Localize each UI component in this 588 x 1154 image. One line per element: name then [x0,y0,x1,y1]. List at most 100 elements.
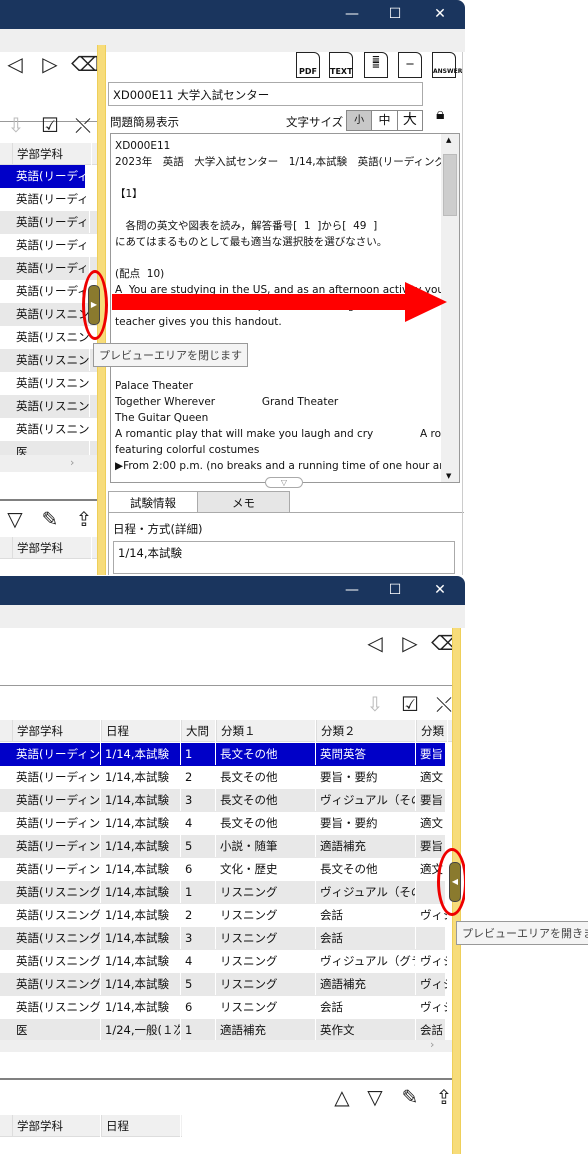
cell-schedule: 1/14,本試験 [101,743,181,765]
column-header-question[interactable]: 大問 [181,720,216,742]
list-row[interactable]: 英語(リスニング) [0,418,98,441]
cell-question: 2 [181,904,216,926]
column-header-department[interactable]: 学部学科 [12,720,101,742]
cell-schedule: 1/14,本試験 [101,950,181,972]
list-row[interactable]: 英語(リーディング) [0,211,98,234]
scrollbar-thumb[interactable] [443,154,457,216]
document-icon[interactable]: ≡ ≡ [364,52,388,78]
answer-icon[interactable]: ANSWER [432,52,462,78]
maximize-button[interactable]: ☐ [380,580,410,600]
uncheck-all-icon[interactable]: ⤬ [70,114,96,136]
scroll-right-icon[interactable]: › [430,1038,434,1051]
next-icon[interactable]: ▷ [37,53,63,75]
cell-category-2: 適語補充 [316,835,416,857]
minimize-button[interactable]: — [337,4,367,24]
maximize-button[interactable]: ☐ [380,4,410,24]
prev-icon[interactable]: ◁ [2,53,28,75]
import-icon[interactable]: ⇩ [362,693,388,715]
cell-question: 1 [181,1019,216,1041]
title-field[interactable]: XD000E11 大学入試センター [108,82,423,106]
up-icon[interactable]: △ [329,1086,355,1108]
column-header-department[interactable]: 学部学科 [12,1115,101,1137]
down-icon[interactable]: ▽ [362,1086,388,1108]
font-size-small-button[interactable]: 小 [347,111,372,130]
text-icon[interactable]: TEXT [329,52,353,78]
column-header-schedule[interactable]: 日程 [101,1115,181,1137]
text-line: A romantic play that will make you laugh… [115,428,460,440]
cell-category-2: 会話 [316,996,416,1018]
lower-list-header: 学部学科 [0,537,98,559]
table-row[interactable]: 英語(リスニング)1/14,本試験6リスニング会話ヴィジ [0,996,448,1019]
list-row[interactable]: 英語(リスニング) [0,326,98,349]
check-all-icon[interactable]: ☑ [397,693,423,715]
cell-category-1: リスニング [216,973,316,995]
tab-memo[interactable]: メモ [197,491,290,513]
minus-document-icon[interactable]: — [398,52,422,78]
table-row[interactable]: 英語(リーディング)1/14,本試験1長文その他英問英答要旨 [0,743,448,766]
list-row[interactable]: 英語(リスニング) [0,349,98,372]
pdf-icon[interactable]: PDF [296,52,320,78]
horizontal-scrollbar[interactable]: › [0,455,98,472]
close-button[interactable]: ✕ [425,580,455,600]
table-row[interactable]: 英語(リーディング)1/14,本試験6文化・歴史長文その他適文 [0,858,448,881]
list-row[interactable]: 英語(リーディング) [0,234,98,257]
scroll-right-icon[interactable]: › [70,456,74,469]
check-all-icon[interactable]: ☑ [37,114,63,136]
table-row[interactable]: 英語(リーディング)1/14,本試験4長文その他要旨・要約適文 [0,812,448,835]
list-row[interactable]: 英語(リーディング) [0,188,98,211]
lower-table-header: 学部学科 日程 [0,1115,182,1137]
department-cell: 英語(リーディング) [12,280,90,302]
table-row[interactable]: 医 1/24,一般(１次 1 適語補充 英作文 会話 [0,1019,448,1042]
schedule-label: 日程・方式(詳細) [113,522,203,536]
table-row[interactable]: 英語(リスニング)1/14,本試験4リスニングヴィジュアル（グラフヴィジ [0,950,448,973]
column-header-department[interactable]: 学部学科 [12,143,92,165]
table-row[interactable]: 英語(リスニング)1/14,本試験5リスニング適語補充ヴィジ [0,973,448,996]
eraser-icon[interactable]: ⌫ [71,53,99,75]
table-row[interactable]: 英語(リーディング)1/14,本試験5小説・随筆適語補充要旨 [0,835,448,858]
pane-divider[interactable] [0,499,100,501]
department-cell: 英語(リーディング) [12,211,90,233]
column-header-category-2[interactable]: 分類２ [316,720,416,742]
schedule-field[interactable]: 1/14,本試験 [113,541,455,574]
edit-icon[interactable]: ✎ [37,508,63,530]
list-row[interactable]: 英語(リスニング) [0,372,98,395]
table-row[interactable]: 英語(リスニング) 1/14,本試験 3 リスニング 会話 [0,927,448,950]
scroll-up-icon[interactable]: ▲ [446,136,451,144]
font-size-medium-button[interactable]: 中 [371,111,396,130]
scroll-down-icon[interactable]: ▼ [446,472,451,480]
prev-icon[interactable]: ◁ [362,632,388,654]
text-line: 各問の英文や図表を読み，解答番号[ 1 ]から[ 49 ] [115,220,378,232]
next-icon[interactable]: ▷ [397,632,423,654]
column-header-category-3[interactable]: 分類 [416,720,448,742]
column-header-schedule[interactable]: 日程 [101,720,181,742]
cell-category-1: 長文その他 [216,789,316,811]
table-row[interactable]: 英語(リーディング)1/14,本試験3長文その他ヴィジュアル（その他要旨 [0,789,448,812]
annotation-circle [437,848,465,916]
edit-icon[interactable]: ✎ [397,1086,423,1108]
cell-department: 医 [12,1019,101,1041]
lock-icon[interactable]: 🔒︎ [436,104,452,124]
table-row[interactable]: 英語(リーディング)1/14,本試験2長文その他要旨・要約適文 [0,766,448,789]
list-row[interactable]: 英語(リーディング) [0,165,90,188]
tab-exam-info[interactable]: 試験情報 [108,491,198,513]
minimize-button[interactable]: — [337,580,367,600]
horizontal-scrollbar[interactable]: › [0,1038,452,1052]
list-row[interactable]: 英語(リスニング) [0,395,98,418]
simple-view-label[interactable]: 問題簡易表示 [110,114,179,130]
collapse-text-handle[interactable]: ▽ [265,477,303,488]
import-icon[interactable]: ⇩ [3,114,29,136]
font-size-large-button[interactable]: 大 [396,111,422,130]
pane-divider[interactable] [0,1078,455,1080]
export-icon[interactable]: ⇪ [71,508,97,530]
down-icon[interactable]: ▽ [2,508,28,530]
table-row[interactable]: 英語(リスニング)1/14,本試験2リスニング会話ヴィジ [0,904,448,927]
font-size-label: 文字サイズ [286,115,344,129]
close-button[interactable]: ✕ [425,4,455,24]
table-row[interactable]: 英語(リスニング)1/14,本試験1リスニングヴィジュアル（その他 [0,881,448,904]
column-header-department[interactable]: 学部学科 [12,537,92,559]
column-header-category-1[interactable]: 分類１ [216,720,316,742]
menu-band [0,29,465,52]
cell-category-3: ヴィジ [416,973,448,995]
list-row[interactable]: 英語(リーディング) [0,257,98,280]
arrow-head [405,282,447,322]
